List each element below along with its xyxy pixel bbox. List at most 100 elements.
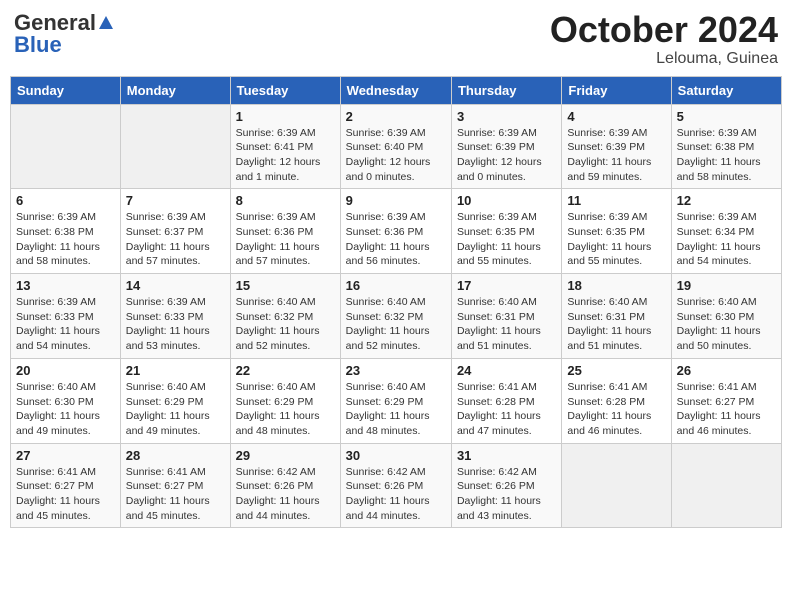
- day-detail: Sunrise: 6:42 AMSunset: 6:26 PMDaylight:…: [457, 465, 556, 524]
- day-detail: Sunrise: 6:40 AMSunset: 6:32 PMDaylight:…: [346, 295, 446, 354]
- header-tuesday: Tuesday: [230, 76, 340, 104]
- calendar-cell: 15 Sunrise: 6:40 AMSunset: 6:32 PMDayligh…: [230, 274, 340, 359]
- day-detail: Sunrise: 6:42 AMSunset: 6:26 PMDaylight:…: [236, 465, 335, 524]
- calendar-cell: 14 Sunrise: 6:39 AMSunset: 6:33 PMDayligh…: [120, 274, 230, 359]
- day-detail: Sunrise: 6:39 AMSunset: 6:35 PMDaylight:…: [567, 210, 665, 269]
- day-number: 12: [677, 193, 776, 208]
- header-wednesday: Wednesday: [340, 76, 451, 104]
- day-detail: Sunrise: 6:40 AMSunset: 6:31 PMDaylight:…: [567, 295, 665, 354]
- day-number: 24: [457, 363, 556, 378]
- day-detail: Sunrise: 6:39 AMSunset: 6:36 PMDaylight:…: [236, 210, 335, 269]
- calendar-cell: 23Sunrise: 6:40 AMSunset: 6:29 PMDayligh…: [340, 358, 451, 443]
- calendar-cell: 17Sunrise: 6:40 AMSunset: 6:31 PMDayligh…: [451, 274, 561, 359]
- day-detail: Sunrise: 6:41 AMSunset: 6:28 PMDaylight:…: [457, 380, 556, 439]
- day-number: 21: [126, 363, 225, 378]
- day-number: 30: [346, 448, 446, 463]
- page-header: General Blue October 2024 Lelouma, Guine…: [10, 10, 782, 68]
- day-number: 23: [346, 363, 446, 378]
- calendar-cell: 25 Sunrise: 6:41 AMSunset: 6:28 PMDayligh…: [562, 358, 671, 443]
- day-number: 6: [16, 193, 115, 208]
- day-number: 4: [567, 109, 665, 124]
- day-detail: Sunrise: 6:39 AMSunset: 6:37 PMDaylight:…: [126, 210, 225, 269]
- calendar-cell: 29 Sunrise: 6:42 AMSunset: 6:26 PMDayligh…: [230, 443, 340, 528]
- logo: General Blue: [14, 10, 113, 58]
- calendar-cell: 2Sunrise: 6:39 AMSunset: 6:40 PMDaylight…: [340, 104, 451, 189]
- day-number: 10: [457, 193, 556, 208]
- day-number: 16: [346, 278, 446, 293]
- day-number: 20: [16, 363, 115, 378]
- calendar-cell: 4 Sunrise: 6:39 AMSunset: 6:39 PMDaylight…: [562, 104, 671, 189]
- day-number: 15: [236, 278, 335, 293]
- day-number: 14: [126, 278, 225, 293]
- calendar-cell: 26 Sunrise: 6:41 AMSunset: 6:27 PMDayligh…: [671, 358, 781, 443]
- day-number: 5: [677, 109, 776, 124]
- calendar-cell: 10Sunrise: 6:39 AMSunset: 6:35 PMDayligh…: [451, 189, 561, 274]
- calendar-table: SundayMondayTuesdayWednesdayThursdayFrid…: [10, 76, 782, 529]
- calendar-cell: 19Sunrise: 6:40 AMSunset: 6:30 PMDayligh…: [671, 274, 781, 359]
- day-number: 31: [457, 448, 556, 463]
- calendar-cell: 8Sunrise: 6:39 AMSunset: 6:36 PMDaylight…: [230, 189, 340, 274]
- calendar-cell: [120, 104, 230, 189]
- day-detail: Sunrise: 6:39 AMSunset: 6:36 PMDaylight:…: [346, 210, 446, 269]
- day-number: 9: [346, 193, 446, 208]
- day-number: 7: [126, 193, 225, 208]
- header-monday: Monday: [120, 76, 230, 104]
- calendar-header-row: SundayMondayTuesdayWednesdayThursdayFrid…: [11, 76, 782, 104]
- day-number: 22: [236, 363, 335, 378]
- calendar-cell: [11, 104, 121, 189]
- calendar-cell: 9 Sunrise: 6:39 AMSunset: 6:36 PMDaylight…: [340, 189, 451, 274]
- day-detail: Sunrise: 6:39 AMSunset: 6:41 PMDaylight:…: [236, 126, 335, 185]
- header-saturday: Saturday: [671, 76, 781, 104]
- calendar-cell: 11Sunrise: 6:39 AMSunset: 6:35 PMDayligh…: [562, 189, 671, 274]
- calendar-cell: 21 Sunrise: 6:40 AMSunset: 6:29 PMDayligh…: [120, 358, 230, 443]
- calendar-cell: 12 Sunrise: 6:39 AMSunset: 6:34 PMDayligh…: [671, 189, 781, 274]
- day-number: 17: [457, 278, 556, 293]
- calendar-cell: 18 Sunrise: 6:40 AMSunset: 6:31 PMDayligh…: [562, 274, 671, 359]
- calendar-week-row: 20 Sunrise: 6:40 AMSunset: 6:30 PMDayligh…: [11, 358, 782, 443]
- day-detail: Sunrise: 6:39 AMSunset: 6:33 PMDaylight:…: [16, 295, 115, 354]
- calendar-cell: 7 Sunrise: 6:39 AMSunset: 6:37 PMDaylight…: [120, 189, 230, 274]
- day-detail: Sunrise: 6:41 AMSunset: 6:28 PMDaylight:…: [567, 380, 665, 439]
- day-number: 25: [567, 363, 665, 378]
- day-detail: Sunrise: 6:40 AMSunset: 6:29 PMDaylight:…: [236, 380, 335, 439]
- calendar-cell: 31 Sunrise: 6:42 AMSunset: 6:26 PMDayligh…: [451, 443, 561, 528]
- calendar-cell: 5Sunrise: 6:39 AMSunset: 6:38 PMDaylight…: [671, 104, 781, 189]
- day-number: 13: [16, 278, 115, 293]
- header-friday: Friday: [562, 76, 671, 104]
- calendar-cell: 1 Sunrise: 6:39 AMSunset: 6:41 PMDaylight…: [230, 104, 340, 189]
- calendar-cell: 6 Sunrise: 6:39 AMSunset: 6:38 PMDaylight…: [11, 189, 121, 274]
- calendar-cell: 27 Sunrise: 6:41 AMSunset: 6:27 PMDayligh…: [11, 443, 121, 528]
- day-detail: Sunrise: 6:40 AMSunset: 6:29 PMDaylight:…: [126, 380, 225, 439]
- calendar-week-row: 13 Sunrise: 6:39 AMSunset: 6:33 PMDayligh…: [11, 274, 782, 359]
- day-number: 18: [567, 278, 665, 293]
- location-subtitle: Lelouma, Guinea: [550, 50, 778, 68]
- day-detail: Sunrise: 6:40 AMSunset: 6:30 PMDaylight:…: [16, 380, 115, 439]
- day-number: 3: [457, 109, 556, 124]
- calendar-cell: [562, 443, 671, 528]
- day-detail: Sunrise: 6:41 AMSunset: 6:27 PMDaylight:…: [16, 465, 115, 524]
- day-number: 2: [346, 109, 446, 124]
- day-detail: Sunrise: 6:40 AMSunset: 6:32 PMDaylight:…: [236, 295, 335, 354]
- day-number: 1: [236, 109, 335, 124]
- month-title: October 2024: [550, 10, 778, 50]
- day-detail: Sunrise: 6:41 AMSunset: 6:27 PMDaylight:…: [677, 380, 776, 439]
- day-detail: Sunrise: 6:42 AMSunset: 6:26 PMDaylight:…: [346, 465, 446, 524]
- calendar-cell: 28Sunrise: 6:41 AMSunset: 6:27 PMDayligh…: [120, 443, 230, 528]
- day-detail: Sunrise: 6:40 AMSunset: 6:30 PMDaylight:…: [677, 295, 776, 354]
- header-thursday: Thursday: [451, 76, 561, 104]
- day-detail: Sunrise: 6:39 AMSunset: 6:34 PMDaylight:…: [677, 210, 776, 269]
- day-detail: Sunrise: 6:39 AMSunset: 6:33 PMDaylight:…: [126, 295, 225, 354]
- calendar-cell: 22 Sunrise: 6:40 AMSunset: 6:29 PMDayligh…: [230, 358, 340, 443]
- calendar-week-row: 1 Sunrise: 6:39 AMSunset: 6:41 PMDaylight…: [11, 104, 782, 189]
- calendar-cell: 30 Sunrise: 6:42 AMSunset: 6:26 PMDayligh…: [340, 443, 451, 528]
- day-number: 29: [236, 448, 335, 463]
- calendar-cell: 20 Sunrise: 6:40 AMSunset: 6:30 PMDayligh…: [11, 358, 121, 443]
- day-number: 26: [677, 363, 776, 378]
- day-detail: Sunrise: 6:39 AMSunset: 6:38 PMDaylight:…: [16, 210, 115, 269]
- calendar-cell: [671, 443, 781, 528]
- header-sunday: Sunday: [11, 76, 121, 104]
- day-detail: Sunrise: 6:39 AMSunset: 6:39 PMDaylight:…: [567, 126, 665, 185]
- calendar-cell: 13 Sunrise: 6:39 AMSunset: 6:33 PMDayligh…: [11, 274, 121, 359]
- logo-blue-text: Blue: [14, 32, 62, 58]
- day-number: 27: [16, 448, 115, 463]
